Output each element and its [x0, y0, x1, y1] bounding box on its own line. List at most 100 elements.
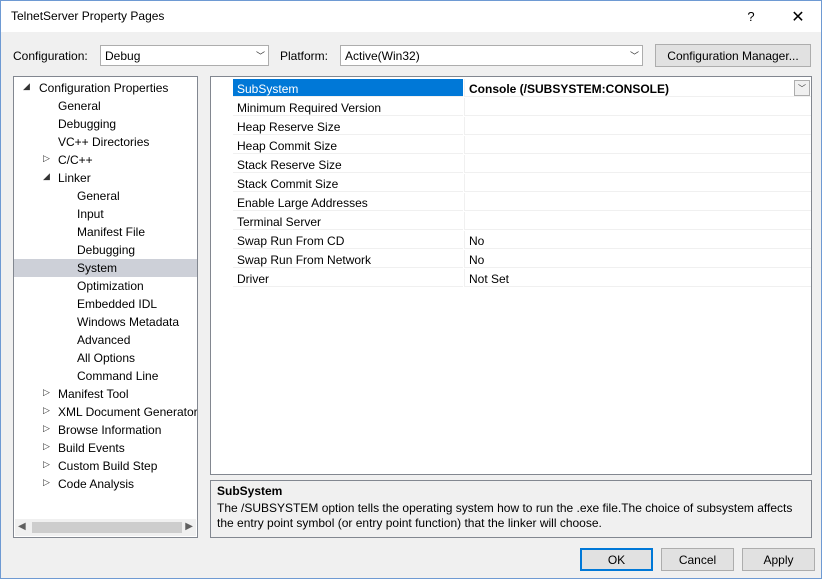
property-row[interactable]: Swap Run From CD No [211, 231, 811, 250]
property-value-cell[interactable] [464, 98, 811, 116]
tree-item[interactable]: VC++ Directories [14, 133, 197, 151]
tree-item[interactable]: ▷ C/C++ [14, 151, 197, 169]
tree-item[interactable]: Optimization [14, 277, 197, 295]
property-name-cell[interactable]: Driver [233, 269, 463, 287]
tree-item[interactable]: System [14, 259, 197, 277]
tree-item[interactable]: ▷ XML Document Generator [14, 403, 197, 421]
tree-item-label: Input [77, 207, 104, 221]
ok-button[interactable]: OK [580, 548, 653, 571]
property-name: Driver [237, 272, 269, 286]
property-row[interactable]: Terminal Server [211, 212, 811, 231]
tree-item[interactable]: Advanced [14, 331, 197, 349]
configuration-dropdown[interactable]: Debug ﹀ [100, 45, 269, 66]
collapsed-arrow-icon[interactable]: ▷ [43, 441, 50, 452]
tree-item[interactable]: Debugging [14, 115, 197, 133]
expanded-arrow-icon[interactable]: ◢ [23, 81, 30, 92]
tree-item[interactable]: All Options [14, 349, 197, 367]
collapsed-arrow-icon[interactable]: ▷ [43, 423, 50, 434]
row-gutter [211, 155, 232, 174]
property-name-cell[interactable]: Stack Commit Size [233, 174, 463, 192]
property-tree[interactable]: ▷ Code Analysis ▷ Custom Build Step ▷ Build E… [13, 76, 198, 538]
tree-item[interactable]: ◢ Configuration Properties [14, 79, 197, 97]
property-value-cell[interactable] [464, 136, 811, 154]
property-name-cell[interactable]: Terminal Server [233, 212, 463, 230]
tree-item-label: Build Events [58, 441, 125, 455]
row-gutter [211, 98, 232, 117]
property-row[interactable]: Minimum Required Version [211, 98, 811, 117]
property-name: Swap Run From CD [237, 234, 345, 248]
tree-item[interactable]: General [14, 187, 197, 205]
property-name-cell[interactable]: Swap Run From Network [233, 250, 463, 268]
property-name-cell[interactable]: Stack Reserve Size [233, 155, 463, 173]
tree-item[interactable]: Debugging [14, 241, 197, 259]
tree-item[interactable]: ▷ Browse Information [14, 421, 197, 439]
tree-item[interactable]: ▷ Manifest Tool [14, 385, 197, 403]
tree-item-label: Debugging [77, 243, 136, 257]
tree-item[interactable]: General [14, 97, 197, 115]
property-value-cell[interactable] [464, 212, 811, 230]
tree-item-label: All Options [77, 351, 136, 365]
collapsed-arrow-icon[interactable]: ▷ [43, 477, 50, 488]
property-value-cell[interactable] [464, 117, 811, 135]
row-gutter [211, 212, 232, 231]
tree-horizontal-scrollbar[interactable]: ◀ ▶ [15, 519, 196, 536]
property-value-cell[interactable] [464, 174, 811, 192]
property-row[interactable]: Heap Commit Size [211, 136, 811, 155]
property-value-cell[interactable]: Console (/SUBSYSTEM:CONSOLE) ﹀ [464, 79, 811, 97]
tree-item[interactable]: Windows Metadata [14, 313, 197, 331]
platform-value: Active(Win32) [345, 49, 420, 63]
tree-item[interactable]: Command Line [14, 367, 197, 385]
row-gutter [211, 174, 232, 193]
property-name-cell[interactable]: Swap Run From CD [233, 231, 463, 249]
expanded-arrow-icon[interactable]: ◢ [43, 171, 50, 182]
collapsed-arrow-icon[interactable]: ▷ [43, 405, 50, 416]
property-name-cell[interactable]: Heap Reserve Size [233, 117, 463, 135]
tree-item[interactable]: ▷ Build Events [14, 439, 197, 457]
tree-item-label: Configuration Properties [39, 81, 169, 95]
property-value-cell[interactable]: No [464, 231, 811, 249]
tree-item[interactable]: Embedded IDL [14, 295, 197, 313]
tree-item[interactable]: Manifest File [14, 223, 197, 241]
chevron-down-icon[interactable]: ﹀ [794, 80, 810, 96]
property-name-cell[interactable]: Heap Commit Size [233, 136, 463, 154]
tree-item-label: Windows Metadata [77, 315, 180, 329]
row-gutter [211, 117, 232, 136]
tree-item[interactable]: ▷ Code Analysis [14, 475, 197, 493]
platform-dropdown[interactable]: Active(Win32) ﹀ [340, 45, 643, 66]
tree-item[interactable]: Input [14, 205, 197, 223]
close-button[interactable]: ✕ [775, 1, 821, 32]
tree-item-label: Manifest Tool [58, 387, 129, 401]
property-row[interactable]: Enable Large Addresses [211, 193, 811, 212]
property-row[interactable]: Heap Reserve Size [211, 117, 811, 136]
cancel-button[interactable]: Cancel [661, 548, 734, 571]
property-name: Swap Run From Network [237, 253, 372, 267]
property-row[interactable]: Stack Reserve Size [211, 155, 811, 174]
scroll-left-icon[interactable]: ◀ [18, 521, 26, 532]
property-name: Heap Reserve Size [237, 120, 341, 134]
property-row[interactable]: SubSystem Console (/SUBSYSTEM:CONSOLE) ﹀ [211, 79, 811, 98]
property-name: Minimum Required Version [237, 101, 382, 115]
property-row[interactable]: Driver Not Set [211, 269, 811, 288]
apply-button[interactable]: Apply [742, 548, 815, 571]
collapsed-arrow-icon[interactable]: ▷ [43, 459, 50, 470]
property-value-cell[interactable]: No [464, 250, 811, 268]
collapsed-arrow-icon[interactable]: ▷ [43, 387, 50, 398]
property-name-cell[interactable]: SubSystem [233, 79, 463, 97]
scroll-right-icon[interactable]: ▶ [185, 521, 193, 532]
tree-item[interactable]: ◢ Linker [14, 169, 197, 187]
property-row[interactable]: Stack Commit Size [211, 174, 811, 193]
property-value: No [469, 234, 485, 248]
tree-item[interactable]: ▷ Custom Build Step [14, 457, 197, 475]
help-button[interactable]: ? [728, 1, 774, 32]
scrollbar-thumb[interactable] [32, 522, 182, 533]
property-name-cell[interactable]: Enable Large Addresses [233, 193, 463, 211]
window-title: TelnetServer Property Pages [11, 9, 165, 23]
property-value-cell[interactable] [464, 193, 811, 211]
property-name-cell[interactable]: Minimum Required Version [233, 98, 463, 116]
property-value-cell[interactable] [464, 155, 811, 173]
configuration-manager-button[interactable]: Configuration Manager... [655, 44, 811, 67]
property-grid[interactable]: SubSystem Console (/SUBSYSTEM:CONSOLE) ﹀ Mi… [210, 76, 812, 475]
collapsed-arrow-icon[interactable]: ▷ [43, 153, 50, 164]
property-row[interactable]: Swap Run From Network No [211, 250, 811, 269]
property-value-cell[interactable]: Not Set [464, 269, 811, 287]
